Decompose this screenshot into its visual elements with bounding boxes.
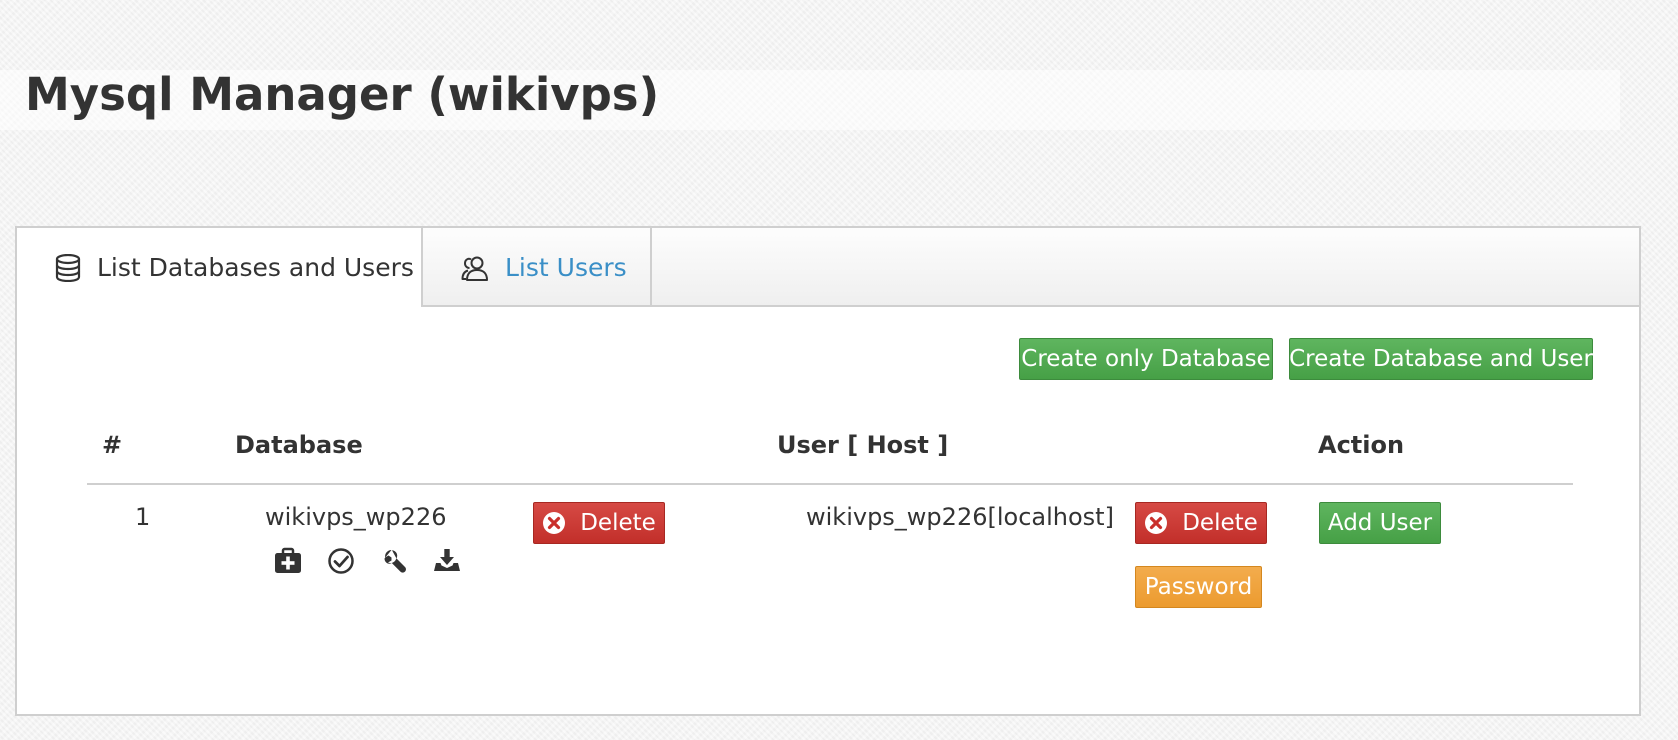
delete-user-button[interactable]: Delete	[1135, 502, 1267, 544]
create-only-database-button[interactable]: Create only Database	[1019, 338, 1273, 380]
column-header-user-host: User [ Host ]	[777, 431, 949, 459]
tab-label: List Databases and Users	[97, 253, 414, 282]
tab-list-databases-and-users[interactable]: List Databases and Users	[17, 228, 423, 307]
create-database-and-user-button[interactable]: Create Database and User	[1289, 338, 1593, 380]
column-header-index: #	[102, 431, 123, 459]
button-label: Delete	[1182, 510, 1258, 536]
tab-list-users[interactable]: List Users	[423, 228, 652, 307]
column-header-action: Action	[1318, 431, 1405, 459]
database-name: wikivps_wp226	[265, 503, 447, 531]
main-panel: List Databases and Users List Users Crea…	[15, 226, 1641, 716]
medkit-icon[interactable]	[273, 546, 303, 576]
close-circle-icon	[1145, 512, 1168, 534]
add-user-button[interactable]: Add User	[1319, 502, 1441, 544]
table-header-divider	[87, 483, 1573, 485]
close-circle-icon	[543, 512, 566, 534]
column-header-database: Database	[235, 431, 363, 459]
wrench-icon[interactable]	[379, 546, 409, 576]
delete-database-button[interactable]: Delete	[533, 502, 665, 544]
check-circle-icon[interactable]	[326, 546, 356, 576]
password-button[interactable]: Password	[1135, 566, 1262, 608]
row-index: 1	[135, 503, 151, 531]
download-tray-icon[interactable]	[432, 546, 462, 576]
tab-label: List Users	[505, 253, 627, 282]
user-host: wikivps_wp226[localhost]	[806, 503, 1114, 531]
users-icon	[461, 256, 488, 281]
button-label: Delete	[580, 510, 656, 536]
tab-bar: List Databases and Users List Users	[17, 228, 1639, 307]
database-icon	[55, 253, 81, 282]
page-title: Mysql Manager (wikivps)	[25, 68, 660, 121]
